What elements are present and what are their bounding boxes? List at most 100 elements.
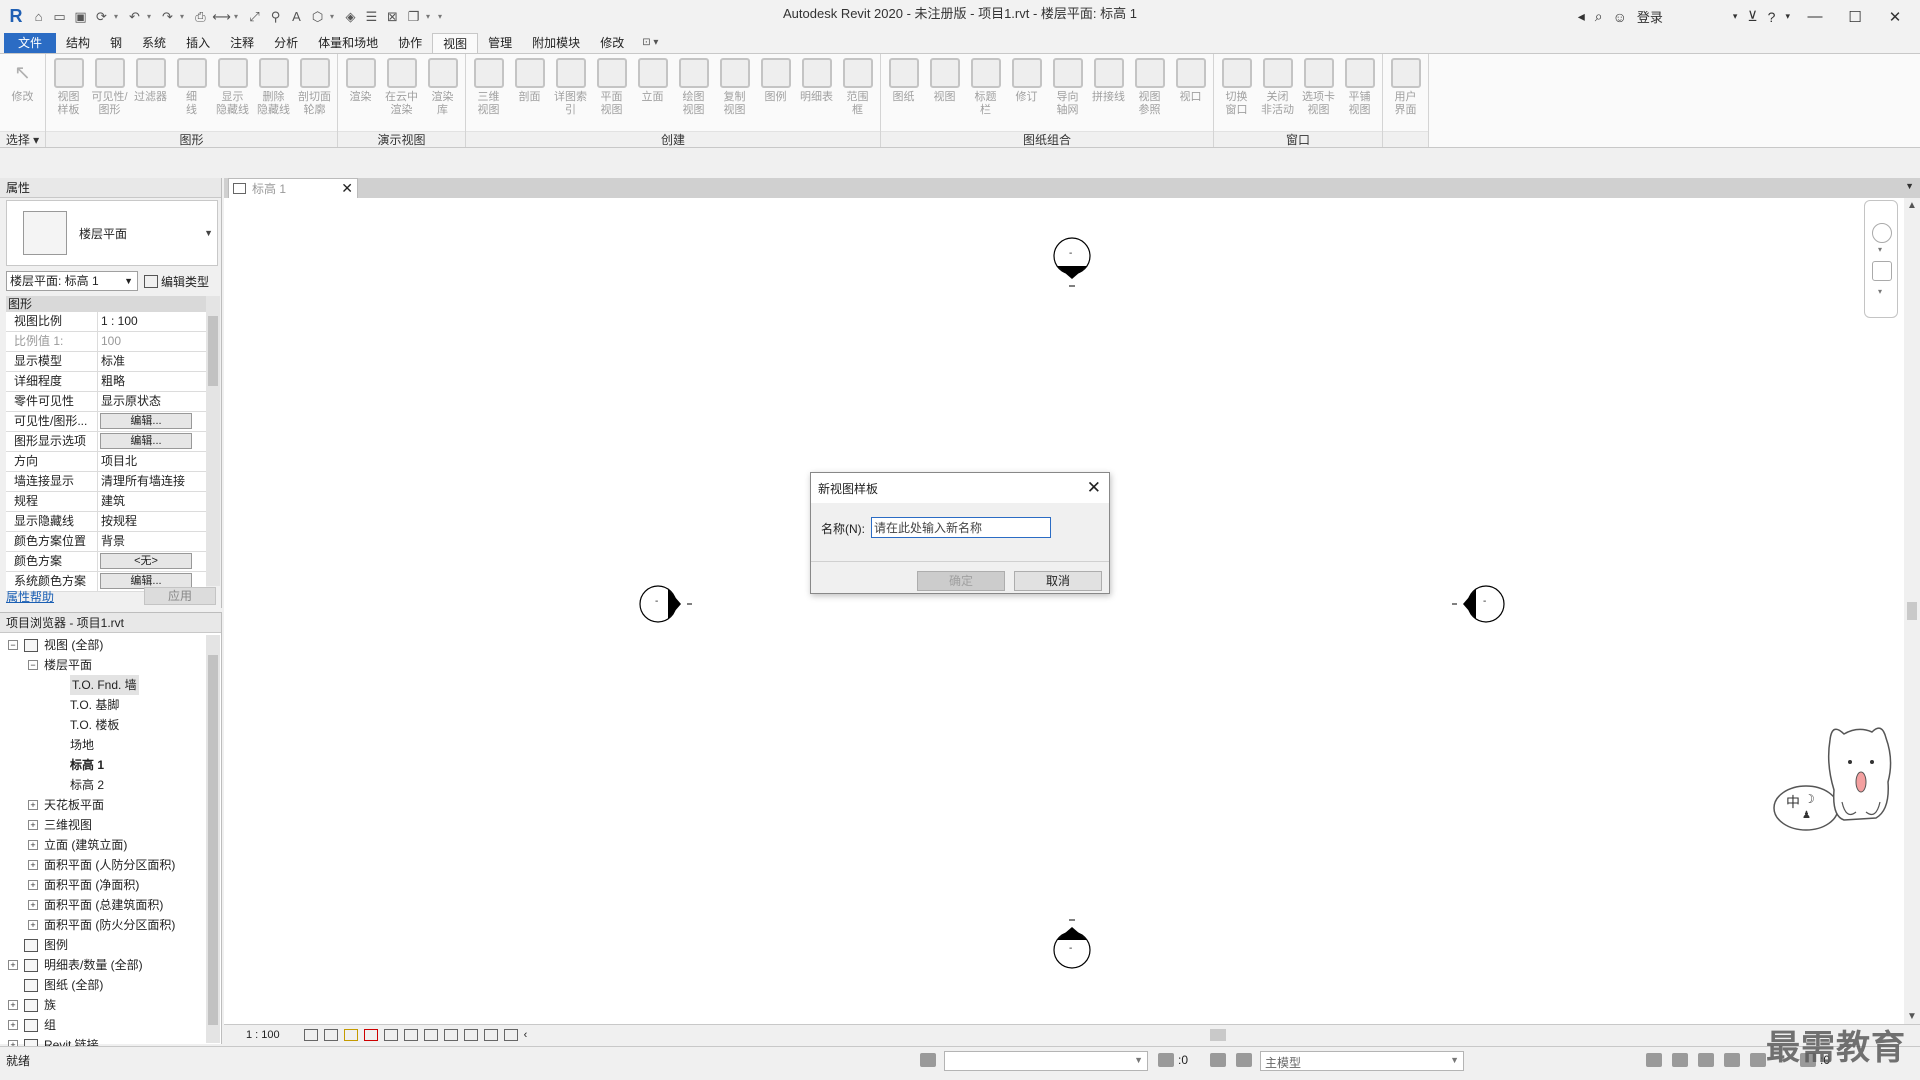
expand-icon[interactable]: + [28,820,38,830]
tree-node[interactable]: − 视图 (全部) [0,635,206,655]
ribbon-button[interactable]: 三维 视图 [468,58,509,129]
tree-node[interactable]: + 立面 (建筑立面) [0,835,206,855]
ribbon-tab[interactable]: 视图 [432,33,479,53]
scroll-thumb[interactable] [208,655,218,1025]
3d-view-icon[interactable]: ⬡ [309,8,326,25]
ribbon-tab[interactable]: 插入 [176,33,220,53]
ribbon-button[interactable]: 修订 [1006,58,1047,129]
ribbon-button[interactable]: 视图 [924,58,965,129]
ribbon-button[interactable]: 过滤器 [130,58,171,129]
text-icon[interactable]: A [288,8,305,25]
select-links-icon[interactable] [1646,1053,1662,1067]
properties-scrollbar[interactable] [206,296,220,586]
expand-icon[interactable]: + [28,840,38,850]
sun-path-icon[interactable] [343,1028,358,1041]
chevron-left-icon[interactable]: ◂ [1578,8,1585,25]
ribbon-button[interactable]: 视图 参照 [1129,58,1170,129]
template-name-input[interactable] [871,517,1051,538]
expand-icon[interactable]: + [28,920,38,930]
chevron-down-icon[interactable]: ▼ [1905,181,1914,191]
tree-node[interactable]: 场地 [0,735,206,755]
workset-selector[interactable]: ▼ [944,1051,1148,1071]
chevron-down-icon[interactable]: ▾ [180,12,188,21]
close-hidden-icon[interactable]: ⊠ [384,8,401,25]
property-value[interactable]: 显示原状态 [98,392,206,411]
elevation-marker-east[interactable] [1452,585,1505,623]
ribbon-button[interactable]: 标题 栏 [965,58,1006,129]
ribbon-tab[interactable]: 文件 [4,33,57,53]
ribbon-tab[interactable]: 附加模块 [522,33,590,53]
tree-node[interactable]: + 面积平面 (净面积) [0,875,206,895]
expand-icon[interactable]: + [28,860,38,870]
ribbon-button[interactable]: 详图索引 [550,58,591,129]
tree-node[interactable]: 标高 2 [0,775,206,795]
ribbon-button[interactable]: 拼接线 [1088,58,1129,129]
switch-windows-icon[interactable]: ❐ [405,8,422,25]
tree-node[interactable]: + 面积平面 (人防分区面积) [0,855,206,875]
tree-node[interactable]: T.O. Fnd. 墙 [0,675,206,695]
collapse-icon[interactable]: − [8,640,18,650]
tree-node[interactable]: + 三维视图 [0,815,206,835]
drag-elements-icon[interactable] [1750,1053,1766,1067]
binoculars-icon[interactable]: ⌕ [1595,8,1603,25]
chevron-down-icon[interactable]: ▾ [1878,287,1882,296]
ribbon-button[interactable]: 渲染 库 [422,58,463,129]
redo-icon[interactable]: ↷ [159,8,176,25]
scroll-thumb[interactable] [1907,602,1917,620]
ribbon-button[interactable]: 导向 轴网 [1047,58,1088,129]
help-icon[interactable]: ? [1768,9,1776,25]
open-icon[interactable]: ▭ [51,8,68,25]
close-icon[interactable]: ✕ [1087,478,1101,498]
elevation-marker-north[interactable] [1053,237,1091,287]
ok-button[interactable]: 确定 [917,571,1005,591]
undo-icon[interactable]: ↶ [126,8,143,25]
section-icon[interactable]: ◈ [342,8,359,25]
property-value[interactable]: 清理所有墙连接 [98,472,206,491]
ribbon-button[interactable]: 图纸 [883,58,924,129]
instance-selector[interactable]: 楼层平面: 标高 1 ▼ [6,271,138,291]
tree-node[interactable]: − 楼层平面 [0,655,206,675]
ribbon-tab[interactable]: 协作 [388,33,432,53]
customize-qat-icon[interactable]: ▾ [438,12,446,21]
ribbon-minimize-icon[interactable]: ⊡ ▾ [634,33,666,53]
ribbon-button[interactable]: 绘图 视图 [673,58,714,129]
print-icon[interactable]: ⎙ [192,8,209,25]
property-value[interactable]: 建筑 [98,492,206,511]
browser-scrollbar[interactable] [206,635,220,1043]
ribbon-tab[interactable]: 结构 [56,33,100,53]
tree-node[interactable]: + 天花板平面 [0,795,206,815]
chevron-down-icon[interactable]: ▼ [204,228,213,238]
ribbon-button[interactable]: 在云中 渲染 [381,58,422,129]
ribbon-button[interactable]: 图例 [755,58,796,129]
thin-lines-icon[interactable]: ☰ [363,8,380,25]
design-options-icon[interactable] [1210,1053,1226,1067]
select-underlay-icon[interactable] [1672,1053,1688,1067]
property-value[interactable]: 标准 [98,352,206,371]
temporary-properties-icon[interactable] [503,1028,518,1041]
tag-icon[interactable]: ⚲ [267,8,284,25]
cart-icon[interactable]: ⊻ [1747,8,1757,25]
save-icon[interactable]: ▣ [72,8,89,25]
ribbon-tab[interactable]: 钢 [100,33,132,53]
category-graphics[interactable]: 图形 ⌃ [6,296,218,312]
property-value[interactable]: 按规程 [98,512,206,531]
worksets-icon[interactable] [920,1053,936,1067]
ime-mascot[interactable]: 中 ☽ ♟ [1772,720,1902,838]
ribbon-button[interactable]: 关闭 非活动 [1257,58,1298,129]
ribbon-button[interactable]: 剖切面 轮廓 [294,58,335,129]
close-window-button[interactable]: ✕ [1880,8,1910,26]
ribbon-button[interactable]: 视口 [1170,58,1211,129]
chevron-down-icon[interactable]: ▾ [426,12,434,21]
aligned-dimension-icon[interactable]: ⤢ [246,8,263,25]
scroll-up-icon[interactable]: ▲ [1904,200,1920,211]
ribbon-button[interactable]: 立面 [632,58,673,129]
ribbon-button[interactable]: 选项卡 视图 [1298,58,1339,129]
ribbon-button[interactable]: 平铺 视图 [1339,58,1380,129]
temporary-hide-icon[interactable] [463,1028,478,1041]
ribbon-group-label[interactable]: 选择 ▾ [0,131,45,147]
unlocked-3d-icon[interactable] [443,1028,458,1041]
ribbon-button[interactable]: 细 线 [171,58,212,129]
ribbon-button[interactable]: 删除 隐藏线 [253,58,294,129]
tree-node[interactable]: + 面积平面 (防火分区面积) [0,915,206,935]
ribbon-tab[interactable]: 系统 [132,33,176,53]
